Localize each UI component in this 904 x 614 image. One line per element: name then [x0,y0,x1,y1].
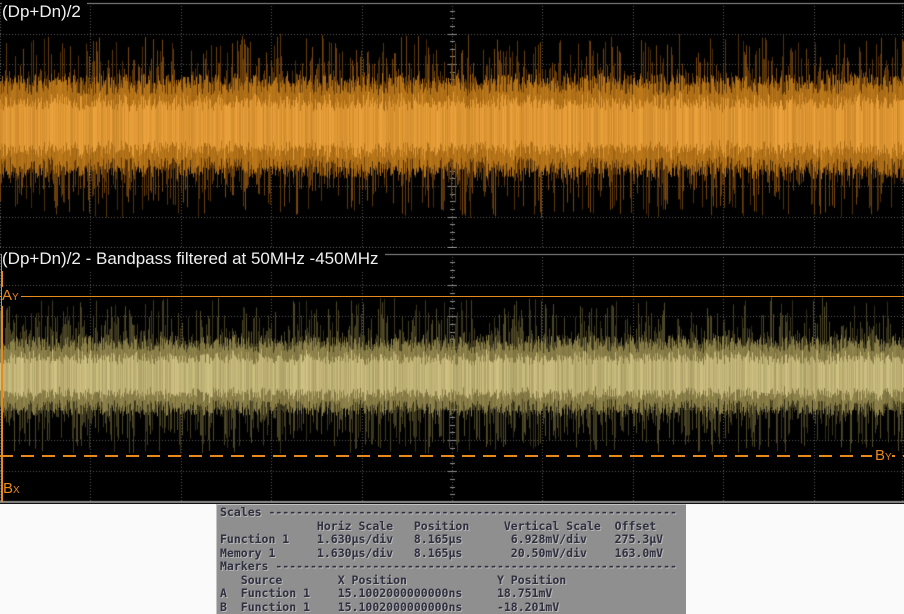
marker-b-row: B Function 1 15.1002000000000ns -18.201m… [220,601,686,614]
scales-column-header: Horiz Scale Position Vertical Scale Offs… [220,520,686,534]
marker-b-y-label[interactable]: BY [872,447,892,466]
markers-column-header: Source X Position Y Position [220,574,686,588]
markers-header-row: Markers --------------------------------… [220,560,686,574]
scales-function1-row: Function 1 1.630µs/div 8.165µs 6.928mV/d… [220,533,686,547]
scales-header-row: Scales ---------------------------------… [220,506,686,520]
marker-b-x-label[interactable]: BX [3,480,22,499]
oscilloscope-screen: (Dp+Dn)/2 (Dp+Dn)/2 - Bandpass filtered … [0,0,904,614]
waveform-1-canvas [0,0,904,248]
panel-2-title: (Dp+Dn)/2 - Bandpass filtered at 50MHz -… [2,248,385,271]
screen-footer: Scales ---------------------------------… [0,504,904,614]
marker-b-y-line[interactable] [0,455,904,457]
panel-1-title: (Dp+Dn)/2 [2,1,87,24]
marker-a-y-label[interactable]: AY [2,287,21,306]
scales-memory1-row: Memory 1 1.630µs/div 8.165µs 20.50mV/div… [220,547,686,561]
waveform-2-canvas [0,248,904,504]
marker-a-row: A Function 1 15.1002000000000ns 18.751mV [220,587,686,601]
scales-markers-readout: Scales ---------------------------------… [216,504,686,614]
marker-a-y-line[interactable] [0,296,904,297]
